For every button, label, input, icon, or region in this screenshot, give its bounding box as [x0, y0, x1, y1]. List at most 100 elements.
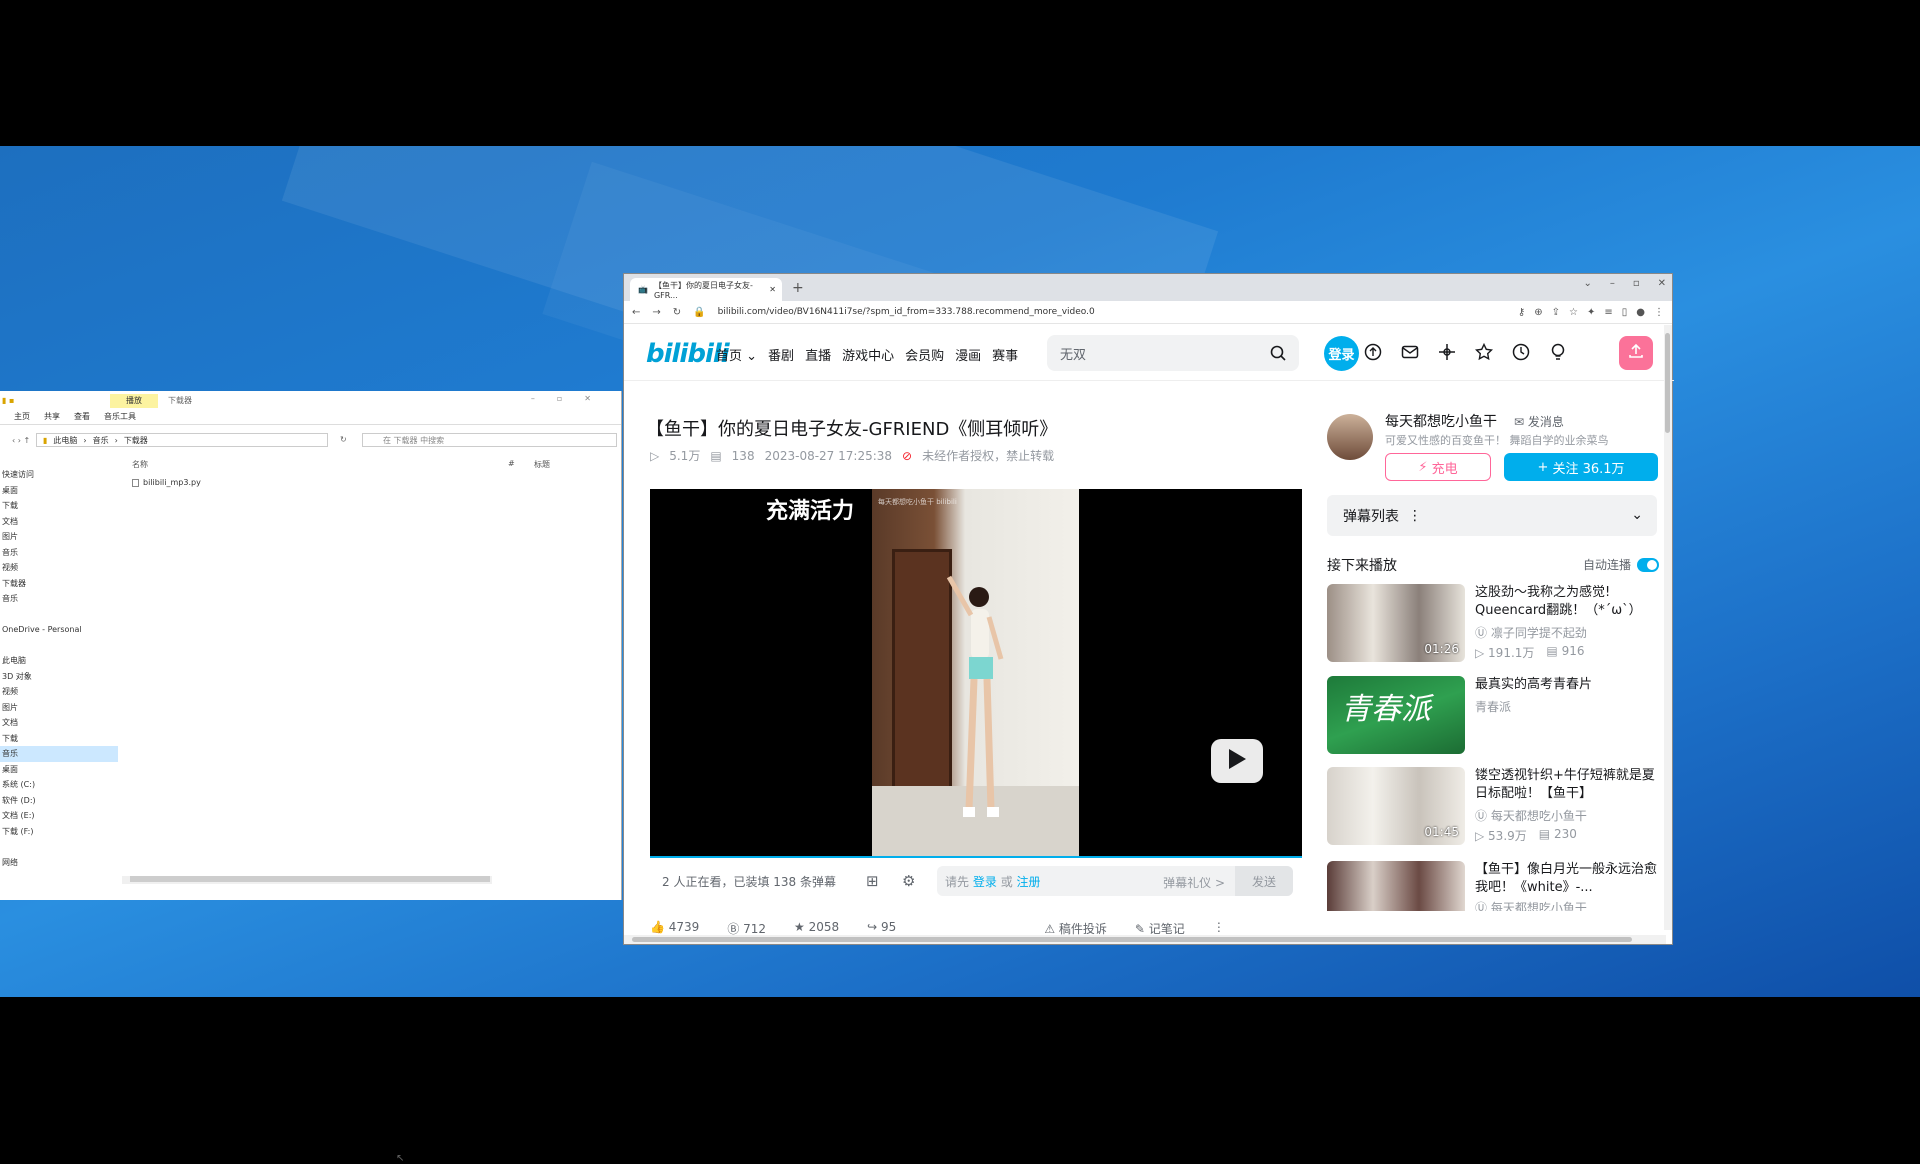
danmaku-settings-icon[interactable]: ⚙ — [902, 872, 915, 890]
ribbon-tab-music-tools[interactable]: 音乐工具 — [104, 411, 136, 422]
nav-item[interactable]: 图片 — [0, 700, 118, 716]
manage-tab[interactable]: 播放 — [110, 394, 158, 408]
maximize-icon[interactable]: ▫ — [1633, 278, 1640, 289]
nav-item[interactable]: 视频 — [0, 684, 118, 700]
chevron-down-icon[interactable]: ⌄ — [1631, 507, 1643, 523]
refresh-icon[interactable]: ↻ — [340, 435, 347, 444]
history-clock-icon[interactable] — [1512, 343, 1530, 361]
follow-button[interactable]: + 关注 36.1万 — [1504, 453, 1658, 481]
avatar[interactable] — [1327, 414, 1373, 460]
reload-icon[interactable]: ↻ — [673, 307, 681, 318]
window-controls[interactable]: –▫✕ — [531, 394, 613, 403]
ribbon-tab-view[interactable]: 查看 — [74, 411, 90, 422]
login-button[interactable]: 登录 — [1324, 336, 1359, 371]
danmaku-list-panel[interactable]: 弹幕列表 ⋮ ⌄ — [1327, 495, 1657, 536]
nav-item[interactable]: 视频 — [0, 560, 118, 576]
rec-title[interactable]: 【鱼干】像白月光一般永远治愈我吧！《white》-... — [1475, 861, 1663, 897]
rec-uploader[interactable]: Ⓤ 凛子同学提不起劲 — [1475, 624, 1587, 641]
ribbon-tab-share[interactable]: 共享 — [44, 411, 60, 422]
media-icon[interactable]: ≡ — [1604, 307, 1612, 318]
send-message-link[interactable]: ✉ 发消息 — [1514, 413, 1564, 430]
recommendation-item[interactable]: 【鱼干】像白月光一般永远治愈我吧！《white》-... Ⓤ 每天都想吃小鱼干 — [1327, 861, 1667, 911]
video-thumbnail[interactable]: 01:45 — [1327, 767, 1465, 845]
nav-item[interactable]: 桌面 — [0, 483, 118, 499]
rec-title[interactable]: 镂空透视针织+牛仔短裤就是夏日标配啦！【鱼干】 — [1475, 767, 1663, 803]
address-bar[interactable]: ▮ 此电脑 › 音乐 › 下载器 — [36, 433, 328, 447]
video-thumbnail[interactable]: 青春派 — [1327, 676, 1465, 754]
nav-item[interactable]: 3D 对象 — [0, 669, 118, 685]
video-player[interactable]: 充满活力 每天都想吃小鱼干 bilibili — [650, 489, 1302, 856]
forward-icon[interactable]: → — [652, 307, 660, 318]
nav-item[interactable]: 下载 — [0, 498, 118, 514]
rec-title[interactable]: 最真实的高考青春片 — [1475, 676, 1663, 694]
message-icon[interactable] — [1401, 343, 1419, 361]
nav-item[interactable]: 文档 — [0, 715, 118, 731]
rec-uploader[interactable]: Ⓤ 每天都想吃小鱼干 — [1475, 899, 1587, 911]
search-icon[interactable] — [1270, 345, 1286, 361]
nav-arrows-icon[interactable]: ‹ › ↑ — [12, 436, 30, 445]
nav-item[interactable]: OneDrive - Personal — [0, 622, 118, 638]
play-button[interactable] — [1211, 739, 1263, 783]
rec-uploader[interactable]: 青春派 — [1475, 698, 1511, 715]
nav-home[interactable]: 首页 ⌄ — [716, 345, 757, 364]
toggle-switch[interactable] — [1637, 557, 1659, 572]
column-number[interactable]: # — [508, 459, 515, 468]
browser-tab[interactable]: 📺 【鱼干】你的夏日电子女友-GFR... ✕ — [630, 278, 782, 301]
nav-item[interactable]: 网络 — [0, 855, 118, 871]
column-name[interactable]: 名称 — [132, 459, 148, 470]
minimize-icon[interactable]: – — [1610, 278, 1615, 289]
send-button[interactable]: 发送 — [1235, 866, 1293, 896]
nav-item[interactable]: 桌面 — [0, 762, 118, 778]
menu-icon[interactable]: ⋮ — [1654, 307, 1664, 318]
close-tab-icon[interactable]: ✕ — [769, 285, 776, 294]
nav-item[interactable]: 此电脑 — [0, 653, 118, 669]
explorer-hscrollbar[interactable] — [122, 876, 492, 884]
login-link[interactable]: 登录 — [973, 873, 997, 890]
search-input[interactable]: 无双 — [1047, 335, 1299, 371]
nav-mall[interactable]: 会员购 — [905, 345, 944, 364]
recommendation-item[interactable]: 01:45 镂空透视针织+牛仔短裤就是夏日标配啦！【鱼干】 Ⓤ 每天都想吃小鱼干… — [1327, 767, 1667, 847]
zoom-icon[interactable]: ⊕ — [1534, 307, 1542, 318]
breadcrumb-item[interactable]: 此电脑 — [53, 435, 77, 446]
video-thumbnail[interactable] — [1327, 861, 1465, 911]
new-tab-button[interactable]: + — [792, 280, 804, 296]
column-title[interactable]: 标题 — [534, 459, 550, 470]
etiquette-link[interactable]: 弹幕礼仪 > — [1163, 874, 1225, 891]
file-row[interactable]: bilibili_mp3.py — [132, 478, 201, 487]
page-hscrollbar[interactable] — [624, 935, 1666, 944]
lock-icon[interactable]: 🔒 — [693, 307, 705, 318]
nav-item[interactable]: 音乐 — [0, 591, 118, 607]
nav-esports[interactable]: 赛事 — [992, 345, 1018, 364]
recommendation-item[interactable]: 青春派 最真实的高考青春片 青春派 — [1327, 676, 1667, 756]
back-icon[interactable]: ← — [632, 307, 640, 318]
sidepanel-icon[interactable]: ▯ — [1622, 307, 1628, 318]
nav-item[interactable]: 快速访问 — [0, 467, 118, 483]
nav-item[interactable]: 音乐 — [0, 545, 118, 561]
rec-title[interactable]: 这股劲～我称之为感觉! Queencard翻跳！（*ˊωˋ） — [1475, 584, 1663, 620]
share-icon[interactable]: ⇪ — [1552, 307, 1560, 318]
explorer-search-input[interactable]: 在 下载器 中搜索 — [362, 433, 617, 447]
page-vscrollbar[interactable] — [1664, 325, 1672, 930]
close-icon[interactable]: ✕ — [1658, 278, 1666, 289]
nav-item[interactable]: 下载 (F:) — [0, 824, 118, 840]
ribbon-tab-home[interactable]: 主页 — [14, 411, 30, 422]
register-link[interactable]: 注册 — [1017, 873, 1041, 890]
vip-icon[interactable] — [1364, 343, 1382, 361]
recommendation-item[interactable]: 01:26 这股劲～我称之为感觉! Queencard翻跳！（*ˊωˋ） Ⓤ 凛… — [1327, 584, 1667, 664]
more-icon[interactable]: ⋮ — [1408, 508, 1422, 524]
upload-button[interactable] — [1619, 336, 1653, 370]
dynamics-icon[interactable] — [1438, 343, 1456, 361]
autoplay-toggle[interactable]: 自动连播 — [1583, 556, 1659, 573]
profile-icon[interactable]: ● — [1636, 307, 1645, 318]
nav-item[interactable]: 下载 — [0, 731, 118, 747]
nav-item[interactable]: 图片 — [0, 529, 118, 545]
nav-item[interactable]: 系统 (C:) — [0, 777, 118, 793]
rec-uploader[interactable]: Ⓤ 每天都想吃小鱼干 — [1475, 807, 1587, 824]
danmaku-input[interactable]: 请先 登录 或 注册 弹幕礼仪 > 发送 — [937, 866, 1293, 896]
bookmark-star-icon[interactable]: ☆ — [1569, 307, 1578, 318]
uploader-name[interactable]: 每天都想吃小鱼干 — [1385, 411, 1497, 431]
nav-item[interactable]: 软件 (D:) — [0, 793, 118, 809]
creator-bulb-icon[interactable] — [1549, 343, 1567, 361]
nav-item-selected[interactable]: 音乐 — [0, 746, 118, 762]
nav-item[interactable]: 下载器 — [0, 576, 118, 592]
